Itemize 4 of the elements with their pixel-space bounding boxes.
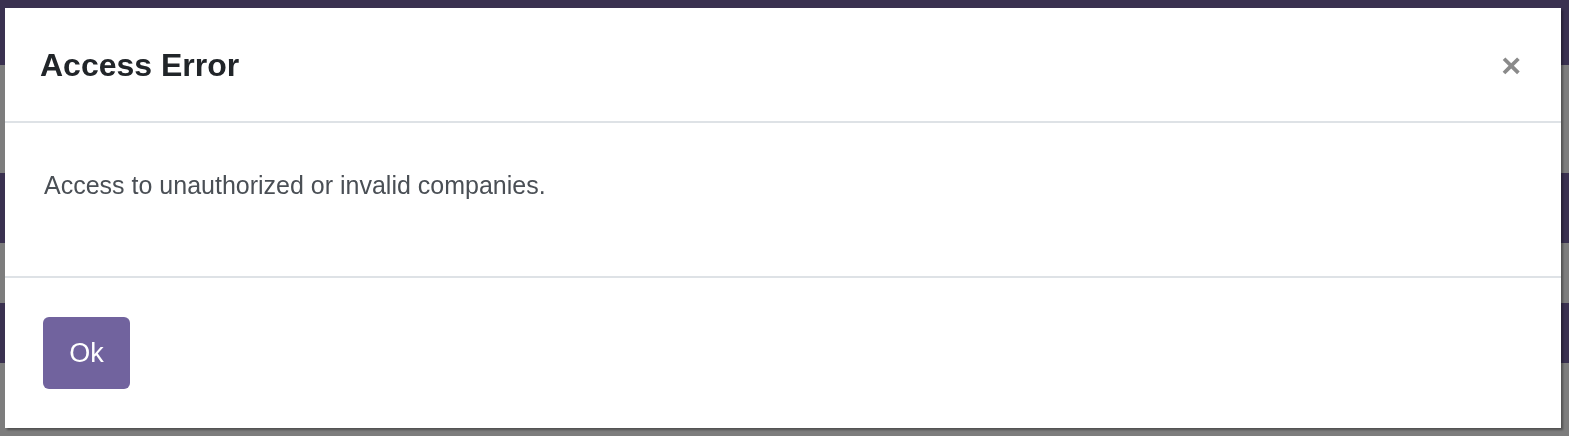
error-message: Access to unauthorized or invalid companies. [44, 170, 547, 201]
close-button[interactable]: × [1501, 47, 1521, 82]
dialog-title: Access Error [40, 45, 240, 85]
ok-button[interactable]: Ok [43, 317, 130, 389]
